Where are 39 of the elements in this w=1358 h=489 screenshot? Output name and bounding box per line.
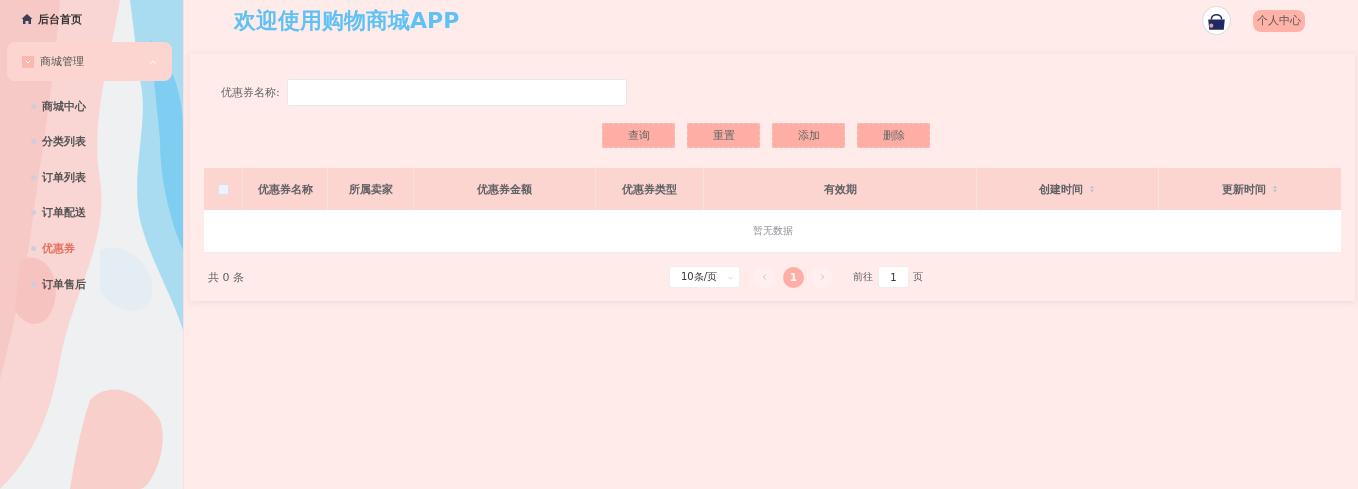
prev-page-button[interactable]: [754, 266, 775, 288]
column-header[interactable]: 优惠券名称: [257, 181, 313, 197]
submenu-item[interactable]: 订单售后: [0, 273, 86, 295]
page-size-select[interactable]: 10条/页: [669, 266, 740, 288]
bullet-icon: [31, 139, 36, 145]
search-label: 优惠券名称:: [221, 85, 280, 100]
bullet-icon: [31, 103, 36, 109]
column-header[interactable]: 所属卖家: [348, 181, 393, 197]
page-suffix: 页: [913, 270, 923, 284]
action-button[interactable]: 添加: [772, 123, 845, 148]
action-button[interactable]: 重置: [687, 123, 760, 148]
submenu-item[interactable]: 订单列表: [0, 166, 86, 188]
column-header[interactable]: 优惠券金额: [477, 181, 532, 197]
home-icon: [21, 13, 33, 25]
bullet-icon: [31, 210, 36, 216]
submenu-item[interactable]: 分类列表: [0, 131, 86, 153]
submenu-item[interactable]: 订单配送: [0, 202, 86, 224]
column-header[interactable]: 更新时间: [1221, 181, 1266, 197]
column-header[interactable]: 有效期: [823, 181, 857, 197]
submenu-item[interactable]: 商城中心: [0, 95, 86, 117]
menu-icon: [22, 55, 34, 68]
next-page-button[interactable]: [811, 266, 832, 288]
profile-button[interactable]: 个人中心: [1253, 9, 1305, 32]
bullet-icon: [31, 174, 36, 180]
goto-label: 前往: [853, 270, 873, 284]
column-header[interactable]: 优惠券类型: [622, 181, 677, 197]
app-title: 欢迎使用购物商城APP: [234, 6, 460, 35]
empty-text: 暂无数据: [752, 224, 793, 238]
column-header[interactable]: 创建时间: [1039, 181, 1083, 197]
bullet-icon: [31, 245, 36, 251]
action-button[interactable]: 删除: [857, 123, 930, 148]
home-link[interactable]: 后台首页: [0, 9, 183, 29]
total-count: 共 0 条: [207, 269, 245, 285]
avatar-icon: [1202, 6, 1231, 35]
menu-group[interactable]: 商城管理: [7, 42, 172, 81]
action-button[interactable]: 查询: [602, 123, 675, 148]
page-input[interactable]: 1: [878, 266, 909, 288]
select-all-checkbox[interactable]: [217, 183, 229, 195]
bullet-icon: [31, 281, 36, 287]
